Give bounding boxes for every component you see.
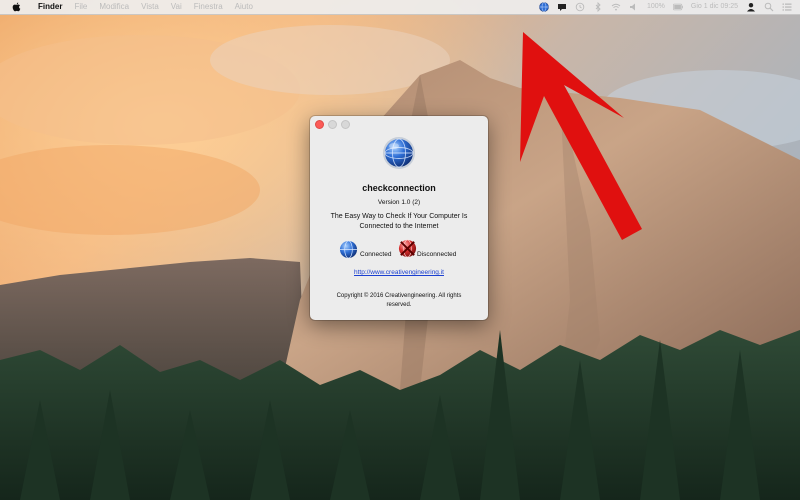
menu-file[interactable]: File bbox=[68, 0, 93, 14]
minimize-button bbox=[328, 120, 337, 129]
bluetooth-icon[interactable] bbox=[593, 2, 603, 12]
menu-bar: Finder File Modifica Vista Vai Finestra … bbox=[0, 0, 800, 15]
window-controls bbox=[315, 120, 350, 129]
notification-center-icon[interactable] bbox=[782, 2, 792, 12]
menu-app-finder[interactable]: Finder bbox=[32, 0, 68, 14]
spotlight-search-icon[interactable] bbox=[764, 2, 774, 12]
time-machine-icon[interactable] bbox=[575, 2, 585, 12]
copyright-text: Copyright © 2016 Creativengineering. All… bbox=[336, 293, 462, 308]
zoom-button bbox=[341, 120, 350, 129]
menu-vai[interactable]: Vai bbox=[165, 0, 188, 14]
menu-vista[interactable]: Vista bbox=[135, 0, 165, 14]
app-tagline: The Easy Way to Check If Your Computer I… bbox=[330, 213, 468, 230]
battery-icon[interactable] bbox=[672, 2, 683, 12]
volume-icon[interactable] bbox=[629, 2, 639, 12]
close-button[interactable] bbox=[315, 120, 324, 129]
about-window: checkconnection Version 1.0 (2) The Easy… bbox=[310, 116, 488, 320]
menu-aiuto[interactable]: Aiuto bbox=[229, 0, 259, 14]
connected-globe-icon bbox=[339, 240, 358, 259]
checkconnection-status-globe-icon[interactable] bbox=[539, 2, 549, 12]
battery-percent[interactable]: 100% bbox=[643, 0, 669, 14]
website-link[interactable]: http://www.creativengineering.it bbox=[310, 269, 488, 276]
menu-modifica[interactable]: Modifica bbox=[93, 0, 135, 14]
disconnected-label: Disconnected bbox=[417, 251, 457, 258]
disconnected-globe-icon bbox=[398, 239, 417, 258]
menu-finestra[interactable]: Finestra bbox=[188, 0, 229, 14]
connected-label: Connected bbox=[360, 251, 392, 258]
status-area: 100% Gio 1 dic 09:25 bbox=[535, 0, 800, 14]
user-icon[interactable] bbox=[746, 2, 756, 12]
menu-clock[interactable]: Gio 1 dic 09:25 bbox=[687, 0, 742, 14]
status-legend: Connected Disconnected bbox=[310, 238, 488, 260]
app-name: checkconnection bbox=[362, 183, 436, 193]
speech-bubble-icon[interactable] bbox=[557, 2, 567, 12]
wifi-icon[interactable] bbox=[611, 2, 621, 12]
app-version: Version 1.0 (2) bbox=[377, 199, 421, 206]
apple-logo-icon[interactable] bbox=[10, 1, 22, 13]
app-globe-icon bbox=[383, 137, 415, 169]
